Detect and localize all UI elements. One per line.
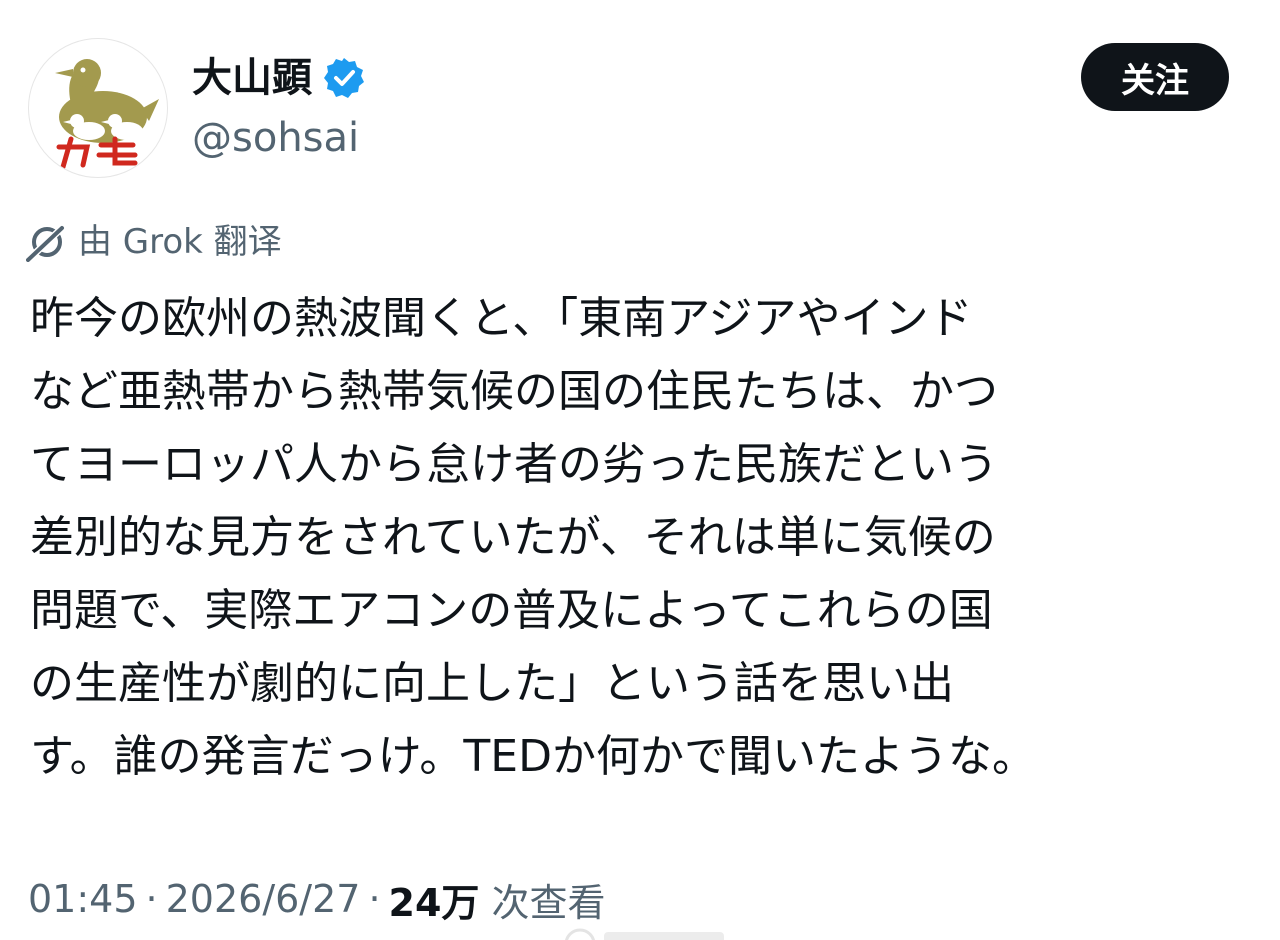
tweet-time[interactable]: 01:45 xyxy=(28,877,138,921)
grok-icon xyxy=(26,222,66,262)
translation-indicator[interactable]: 由 Grok 翻译 xyxy=(26,218,282,266)
tweet-date[interactable]: 2026/6/27 xyxy=(166,877,361,921)
author-display-name[interactable]: 大山顕 xyxy=(192,52,312,104)
follow-button[interactable]: 关注 xyxy=(1081,43,1229,111)
separator-dot: · xyxy=(368,877,381,921)
views-label: 次查看 xyxy=(491,880,606,925)
verified-badge-icon xyxy=(322,56,366,100)
tweet-line: す。誰の発言だっけ。TEDか何かで聞いたような。 xyxy=(30,731,1036,782)
author-name-row: 大山顕 xyxy=(192,52,366,104)
tweet-line: てヨーロッパ人から怠け者の劣った民族だという xyxy=(30,439,998,490)
watermark-icon xyxy=(560,924,730,940)
separator-dot: · xyxy=(145,877,158,921)
tweet-text: 昨今の欧州の熱波聞くと、「東南アジアやインド など亜熱帯から熱帯気候の国の住民た… xyxy=(30,282,1245,793)
tweet-line: 差別的な見方をされていたが、それは単に気候の xyxy=(30,512,996,563)
tweet-metadata: 01:45 · 2026/6/27 · 24万 次查看 xyxy=(28,872,605,926)
tweet-line: の生産性が劇的に向上した」という話を思い出 xyxy=(30,658,954,709)
tweet-line: など亜熱帯から熱帯気候の国の住民たちは、かつ xyxy=(30,366,998,417)
tweet-line: 昨今の欧州の熱波聞くと、「東南アジアやインド xyxy=(30,293,973,344)
views-count: 24万 xyxy=(388,880,480,925)
author-handle[interactable]: @sohsai xyxy=(192,112,359,164)
tweet-line: 問題で、実際エアコンの普及によってこれらの国 xyxy=(30,585,993,636)
duck-logo-icon xyxy=(55,59,159,170)
avatar[interactable] xyxy=(28,38,168,178)
translation-label: 由 Grok 翻译 xyxy=(78,222,282,262)
